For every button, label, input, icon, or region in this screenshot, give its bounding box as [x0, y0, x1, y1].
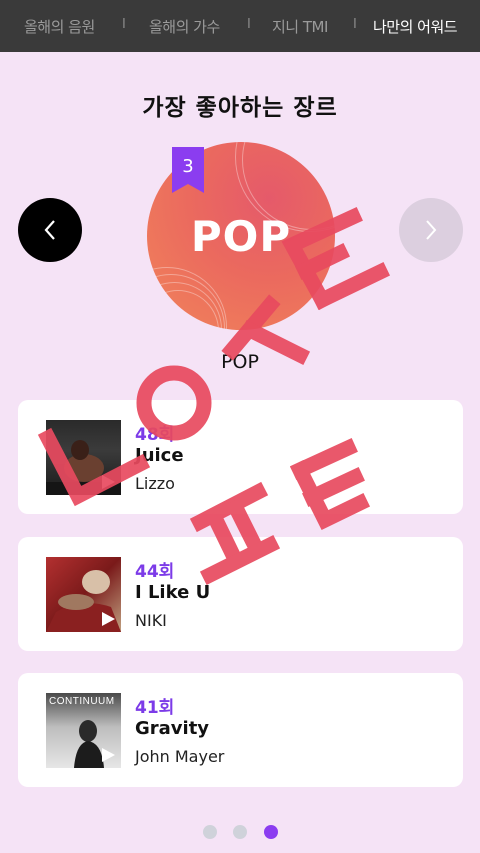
rank-number: 3 — [182, 156, 194, 177]
play-count: 48회 — [135, 425, 175, 445]
pagination-dot[interactable] — [233, 825, 247, 839]
pagination-dot-active[interactable] — [264, 825, 278, 839]
tab-song-of-year[interactable]: 올해의 음원 — [24, 16, 95, 37]
song-card[interactable]: 48회 Juice Lizzo — [18, 400, 463, 514]
chevron-left-icon — [44, 220, 55, 240]
tab-genie-tmi[interactable]: 지니 TMI — [272, 16, 328, 37]
artist-name: John Mayer — [135, 747, 225, 766]
genre-name: POP — [221, 351, 259, 373]
song-title: I Like U — [135, 582, 211, 603]
genre-cover-label: POP — [190, 212, 292, 261]
play-count: 44회 — [135, 562, 175, 582]
song-card[interactable]: 44회 I Like U NIKI — [18, 537, 463, 651]
pagination-dot[interactable] — [203, 825, 217, 839]
tab-my-award[interactable]: 나만의 어워드 — [373, 16, 458, 37]
song-title: Gravity — [135, 718, 210, 739]
previous-button[interactable] — [18, 198, 82, 262]
song-card[interactable]: CONTINUUM 41회 Gravity John Mayer — [18, 673, 463, 787]
tab-artist-of-year[interactable]: 올해의 가수 — [149, 16, 220, 37]
tab-separator: I — [247, 17, 251, 32]
tab-separator: I — [122, 17, 126, 32]
play-icon — [102, 612, 115, 626]
album-art[interactable]: CONTINUUM — [46, 693, 121, 768]
play-icon — [102, 748, 115, 762]
album-art[interactable] — [46, 557, 121, 632]
artist-name: Lizzo — [135, 474, 175, 493]
top-nav: 올해의 음원 I 올해의 가수 I 지니 TMI I 나만의 어워드 — [0, 0, 480, 52]
section-title: 가장 좋아하는 장르 — [142, 95, 338, 121]
album-art[interactable] — [46, 420, 121, 495]
tab-separator: I — [353, 17, 357, 32]
play-icon — [102, 475, 115, 489]
artist-name: NIKI — [135, 611, 167, 630]
song-title: Juice — [135, 445, 184, 466]
play-count: 41회 — [135, 698, 175, 718]
chevron-right-icon — [426, 220, 437, 240]
rank-badge: 3 — [172, 147, 204, 193]
next-button[interactable] — [399, 198, 463, 262]
